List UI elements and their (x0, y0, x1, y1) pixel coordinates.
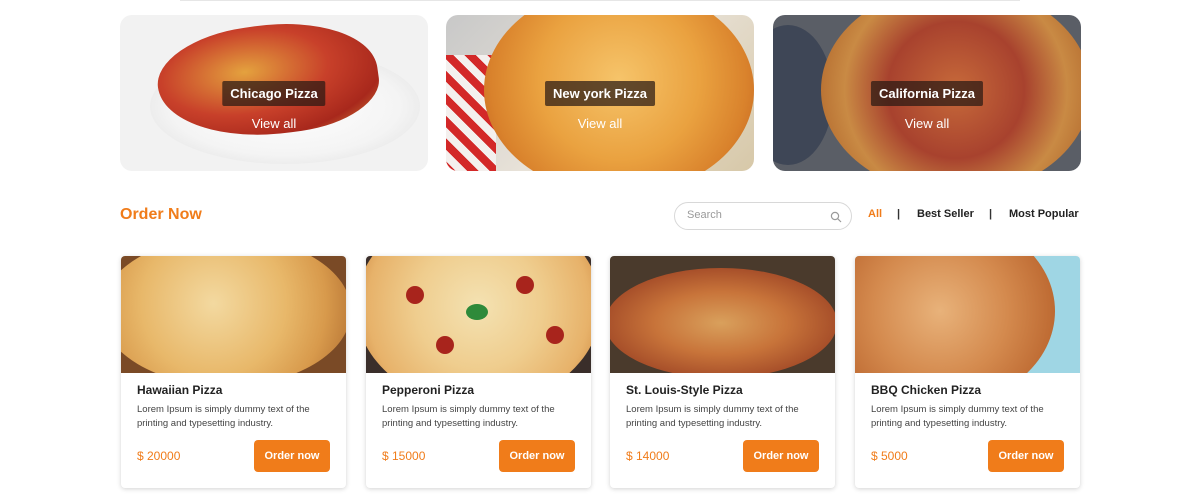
search-input[interactable] (687, 209, 827, 221)
product-card: BBQ Chicken Pizza Lorem Ipsum is simply … (855, 256, 1080, 488)
product-image (366, 256, 591, 373)
basil-leaf (466, 304, 488, 320)
hawaiian-pizza-image (121, 256, 346, 373)
category-title: New york Pizza (545, 81, 655, 106)
order-now-button[interactable]: Order now (988, 440, 1064, 472)
search-icon[interactable] (830, 211, 842, 223)
pepperoni-slice (546, 326, 564, 344)
st-louis-pizza-image (610, 268, 835, 373)
product-price: $ 15000 (382, 449, 426, 463)
category-title: California Pizza (870, 81, 984, 106)
pepperoni-slice (436, 336, 454, 354)
search-box[interactable] (674, 202, 852, 230)
filter-best-seller[interactable]: Best Seller (917, 208, 974, 220)
product-price: $ 14000 (626, 449, 670, 463)
product-name: BBQ Chicken Pizza (871, 383, 982, 397)
product-image (121, 256, 346, 373)
bbq-chicken-pizza-image (855, 256, 1055, 373)
filter-separator: | (897, 208, 901, 220)
order-now-heading: Order Now (120, 206, 202, 223)
top-divider (180, 0, 1020, 1)
category-card-newyork[interactable]: New york Pizza View all (446, 15, 754, 171)
product-card: Pepperoni Pizza Lorem Ipsum is simply du… (366, 256, 591, 488)
product-description: Lorem Ipsum is simply dummy text of the … (382, 404, 555, 429)
order-now-button[interactable]: Order now (254, 440, 330, 472)
filter-all[interactable]: All (868, 208, 882, 220)
product-description: Lorem Ipsum is simply dummy text of the … (137, 404, 310, 429)
product-price: $ 20000 (137, 449, 181, 463)
product-name: Hawaiian Pizza (137, 383, 223, 397)
product-card: Hawaiian Pizza Lorem Ipsum is simply dum… (121, 256, 346, 488)
order-now-button[interactable]: Order now (499, 440, 575, 472)
category-card-california[interactable]: California Pizza View all (773, 15, 1081, 171)
category-view-all-link[interactable]: View all (578, 116, 623, 131)
pepperoni-slice (516, 276, 534, 294)
product-name: St. Louis-Style Pizza (626, 383, 743, 397)
product-image (855, 256, 1080, 373)
category-view-all-link[interactable]: View all (252, 116, 297, 131)
product-description: Lorem Ipsum is simply dummy text of the … (626, 404, 799, 429)
product-name: Pepperoni Pizza (382, 383, 475, 397)
filter-most-popular[interactable]: Most Popular (1009, 208, 1079, 220)
order-now-button[interactable]: Order now (743, 440, 819, 472)
category-title: Chicago Pizza (222, 81, 326, 106)
pepperoni-slice (406, 286, 424, 304)
product-price: $ 5000 (871, 449, 908, 463)
product-image (610, 256, 835, 373)
filter-separator: | (989, 208, 993, 220)
product-card: St. Louis-Style Pizza Lorem Ipsum is sim… (610, 256, 835, 488)
category-card-chicago[interactable]: Chicago Pizza View all (120, 15, 428, 171)
product-description: Lorem Ipsum is simply dummy text of the … (871, 404, 1044, 429)
category-view-all-link[interactable]: View all (905, 116, 950, 131)
